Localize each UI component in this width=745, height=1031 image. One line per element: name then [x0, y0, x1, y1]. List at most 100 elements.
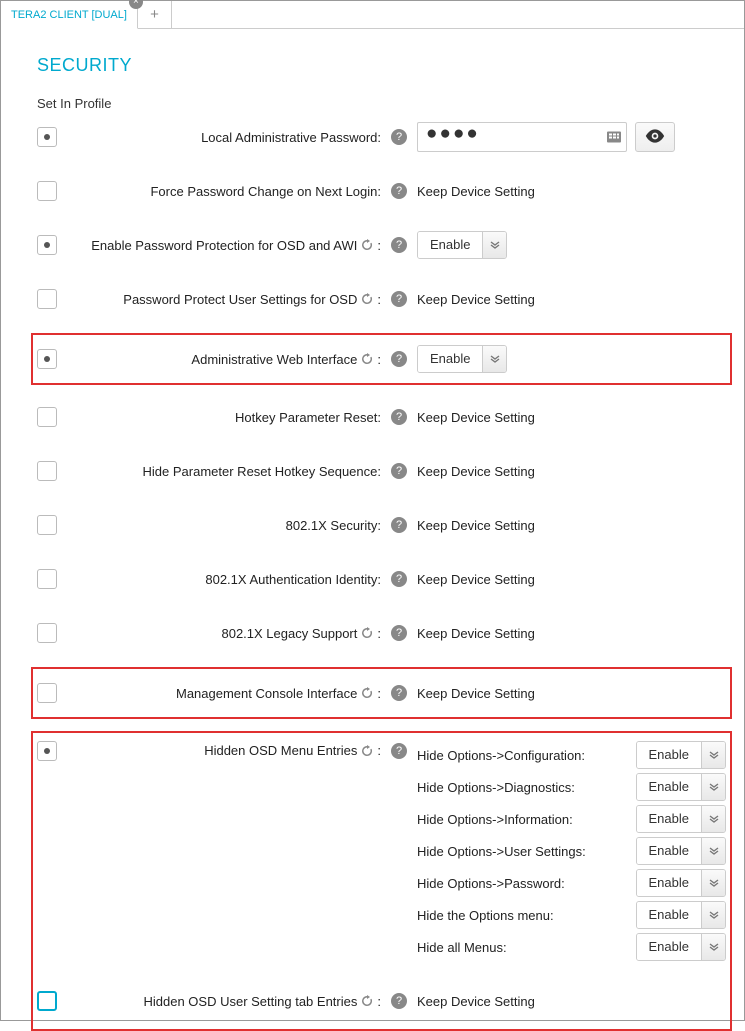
row-label: Administrative Web Interface : [67, 352, 387, 367]
sub-label: Hide Options->Information: [417, 812, 617, 827]
profile-checkbox[interactable] [37, 349, 57, 369]
sub-row-hide-all-menus: Hide all Menus: Enable [417, 933, 726, 961]
sub-label: Hide Options->Password: [417, 876, 617, 891]
row-value: Keep Device Setting [417, 518, 535, 533]
row-value: Keep Device Setting [417, 626, 535, 641]
help-icon[interactable]: ? [391, 291, 407, 307]
profile-checkbox[interactable] [37, 235, 57, 255]
row-value: Keep Device Setting [417, 184, 535, 199]
help-icon[interactable]: ? [391, 129, 407, 145]
restart-required-icon [361, 995, 373, 1007]
row-hide-reset-hotkey-seq: Hide Parameter Reset Hotkey Sequence: ? … [37, 451, 726, 491]
sub-row-hide-user-settings: Hide Options->User Settings: Enable [417, 837, 726, 865]
page-title: SECURITY [37, 55, 744, 76]
password-input[interactable]: ●●●● [417, 122, 627, 152]
eye-icon [645, 129, 665, 146]
sub-row-hide-password: Hide Options->Password: Enable [417, 869, 726, 897]
row-pw-protect-user-settings: Password Protect User Settings for OSD :… [37, 279, 726, 319]
sub-row-hide-options-menu: Hide the Options menu: Enable [417, 901, 726, 929]
row-8021x-legacy-support: 802.1X Legacy Support : ? Keep Device Se… [37, 613, 726, 653]
row-hidden-osd-user-setting-tab: Hidden OSD User Setting tab Entries : ? … [37, 981, 726, 1021]
row-value: Keep Device Setting [417, 572, 535, 587]
sub-label: Hide the Options menu: [417, 908, 617, 923]
help-icon[interactable]: ? [391, 625, 407, 641]
row-label: Management Console Interface : [67, 686, 387, 701]
sub-label: Hide all Menus: [417, 940, 617, 955]
enable-dropdown[interactable]: Enable [636, 805, 726, 833]
highlight-admin-web-interface: Administrative Web Interface : ? Enable [31, 333, 732, 385]
enable-dropdown[interactable]: Enable [636, 901, 726, 929]
profile-checkbox[interactable] [37, 741, 57, 761]
sub-row-hide-configuration: Hide Options->Configuration: Enable [417, 741, 726, 769]
dropdown-value: Enable [418, 232, 482, 258]
row-value: Keep Device Setting [417, 994, 535, 1009]
row-label: Hidden OSD User Setting tab Entries : [67, 994, 387, 1009]
row-hotkey-parameter-reset: Hotkey Parameter Reset: ? Keep Device Se… [37, 397, 726, 437]
help-icon[interactable]: ? [391, 571, 407, 587]
row-value: Keep Device Setting [417, 464, 535, 479]
profile-checkbox[interactable] [37, 569, 57, 589]
highlight-mc-interface: Management Console Interface : ? Keep De… [31, 667, 732, 719]
restart-required-icon [361, 687, 373, 699]
row-force-password-change: Force Password Change on Next Login: ? K… [37, 171, 726, 211]
profile-checkbox[interactable] [37, 515, 57, 535]
chevron-down-icon [701, 742, 725, 768]
help-icon[interactable]: ? [391, 183, 407, 199]
add-tab-button[interactable]: + [138, 1, 172, 29]
chevron-down-icon [701, 838, 725, 864]
help-icon[interactable]: ? [391, 685, 407, 701]
profile-checkbox[interactable] [37, 461, 57, 481]
row-hidden-osd-menu-entries: Hidden OSD Menu Entries : ? Hide Options… [37, 737, 726, 965]
profile-checkbox[interactable] [37, 683, 57, 703]
reveal-password-button[interactable] [635, 122, 675, 152]
enable-dropdown[interactable]: Enable [417, 345, 507, 373]
sub-label: Hide Options->Diagnostics: [417, 780, 617, 795]
profile-checkbox[interactable] [37, 181, 57, 201]
enable-dropdown[interactable]: Enable [636, 741, 726, 769]
help-icon[interactable]: ? [391, 237, 407, 253]
row-label: Enable Password Protection for OSD and A… [67, 238, 387, 253]
row-value: Keep Device Setting [417, 292, 535, 307]
chevron-down-icon [482, 232, 506, 258]
sub-label: Hide Options->Configuration: [417, 748, 617, 763]
enable-dropdown[interactable]: Enable [636, 869, 726, 897]
restart-required-icon [361, 627, 373, 639]
row-label: Hotkey Parameter Reset: [67, 410, 387, 425]
chevron-down-icon [701, 870, 725, 896]
enable-dropdown[interactable]: Enable [636, 773, 726, 801]
tab-tera2-client[interactable]: TERA2 CLIENT [DUAL] × [1, 1, 138, 29]
section-label: Set In Profile [37, 96, 744, 111]
help-icon[interactable]: ? [391, 517, 407, 533]
chevron-down-icon [701, 934, 725, 960]
row-enable-pw-protection: Enable Password Protection for OSD and A… [37, 225, 726, 265]
row-label: Force Password Change on Next Login: [67, 184, 387, 199]
profile-checkbox[interactable] [37, 127, 57, 147]
profile-checkbox[interactable] [37, 289, 57, 309]
row-label: 802.1X Authentication Identity: [67, 572, 387, 587]
help-icon[interactable]: ? [391, 463, 407, 479]
enable-dropdown[interactable]: Enable [636, 837, 726, 865]
help-icon[interactable]: ? [391, 993, 407, 1009]
help-icon[interactable]: ? [391, 351, 407, 367]
help-icon[interactable]: ? [391, 743, 407, 759]
row-label: Hide Parameter Reset Hotkey Sequence: [67, 464, 387, 479]
help-icon[interactable]: ? [391, 409, 407, 425]
tab-bar: TERA2 CLIENT [DUAL] × + [1, 1, 744, 29]
row-label: 802.1X Security: [67, 518, 387, 533]
keyboard-icon[interactable] [607, 132, 621, 143]
row-value: Keep Device Setting [417, 410, 535, 425]
restart-required-icon [361, 239, 373, 251]
enable-dropdown[interactable]: Enable [636, 933, 726, 961]
chevron-down-icon [701, 902, 725, 928]
chevron-down-icon [701, 774, 725, 800]
row-label: Password Protect User Settings for OSD : [67, 292, 387, 307]
profile-checkbox[interactable] [37, 407, 57, 427]
row-label: Hidden OSD Menu Entries : [67, 743, 387, 758]
profile-checkbox[interactable] [37, 991, 57, 1011]
row-admin-web-interface: Administrative Web Interface : ? Enable [37, 339, 726, 379]
row-value: Keep Device Setting [417, 686, 535, 701]
row-local-admin-password: Local Administrative Password: ? ●●●● [37, 117, 726, 157]
profile-checkbox[interactable] [37, 623, 57, 643]
dropdown-value: Enable [418, 346, 482, 372]
enable-dropdown[interactable]: Enable [417, 231, 507, 259]
